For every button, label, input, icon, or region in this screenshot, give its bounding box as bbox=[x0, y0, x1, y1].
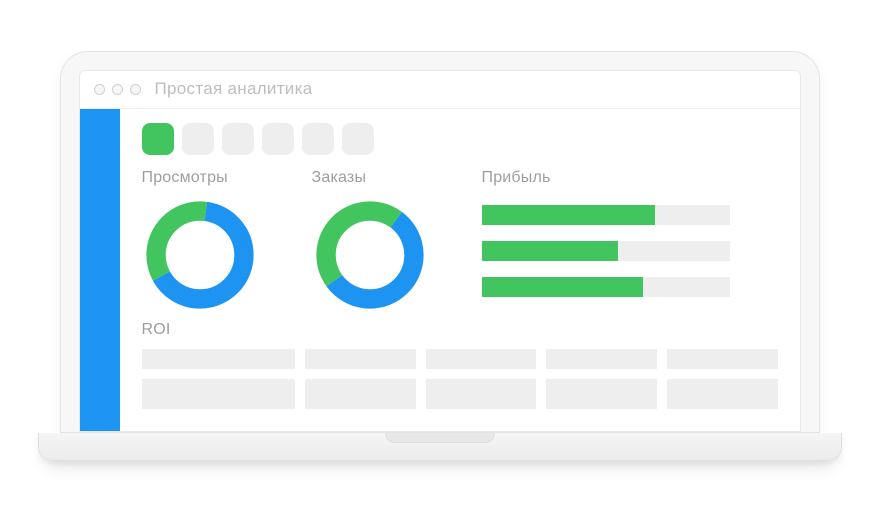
roi-cell bbox=[305, 379, 416, 409]
screen-frame: Простая аналитика Просмот bbox=[60, 51, 820, 433]
metric-orders: Заказы bbox=[312, 169, 482, 313]
minimize-icon[interactable] bbox=[112, 84, 123, 95]
tab-2[interactable] bbox=[182, 123, 214, 155]
tab-1[interactable] bbox=[142, 123, 174, 155]
tab-3[interactable] bbox=[222, 123, 254, 155]
sidebar[interactable] bbox=[80, 109, 120, 431]
laptop-mockup: Простая аналитика Просмот bbox=[60, 51, 820, 461]
metric-profit-label: Прибыль bbox=[482, 169, 778, 187]
window-title: Простая аналитика bbox=[155, 79, 313, 99]
metric-profit: Прибыль bbox=[482, 169, 778, 313]
metric-views: Просмотры bbox=[142, 169, 312, 313]
close-icon[interactable] bbox=[94, 84, 105, 95]
roi-cell bbox=[426, 379, 537, 409]
profit-bar-3-fill bbox=[482, 277, 643, 297]
app-body: Просмотры Заказы bbox=[80, 109, 800, 431]
metrics-row: Просмотры Заказы bbox=[142, 169, 778, 313]
roi-header-cell bbox=[426, 349, 537, 369]
roi-data-row bbox=[142, 379, 778, 409]
traffic-lights bbox=[94, 84, 141, 95]
roi-header-row bbox=[142, 349, 778, 369]
roi-cell bbox=[667, 379, 778, 409]
roi-header-cell bbox=[305, 349, 416, 369]
roi-cell bbox=[546, 379, 657, 409]
tab-5[interactable] bbox=[302, 123, 334, 155]
profit-bar-1-fill bbox=[482, 205, 656, 225]
profit-bar-1 bbox=[482, 205, 730, 225]
orders-donut-chart bbox=[312, 197, 428, 313]
roi-section: ROI bbox=[142, 321, 778, 409]
roi-header-cell bbox=[546, 349, 657, 369]
tab-6[interactable] bbox=[342, 123, 374, 155]
views-donut-chart bbox=[142, 197, 258, 313]
roi-header-cell bbox=[667, 349, 778, 369]
roi-label: ROI bbox=[142, 321, 778, 339]
profit-bar-2-fill bbox=[482, 241, 618, 261]
profit-bar-3 bbox=[482, 277, 730, 297]
app-window: Простая аналитика Просмот bbox=[79, 70, 801, 432]
roi-header-cell bbox=[142, 349, 296, 369]
profit-bar-2 bbox=[482, 241, 730, 261]
content-area: Просмотры Заказы bbox=[120, 109, 800, 431]
profit-bars bbox=[482, 197, 778, 297]
tab-4[interactable] bbox=[262, 123, 294, 155]
tabs-row bbox=[142, 123, 778, 155]
maximize-icon[interactable] bbox=[130, 84, 141, 95]
titlebar: Простая аналитика bbox=[80, 71, 800, 109]
laptop-base bbox=[38, 433, 842, 461]
roi-cell bbox=[142, 379, 296, 409]
metric-orders-label: Заказы bbox=[312, 169, 482, 187]
metric-views-label: Просмотры bbox=[142, 169, 312, 187]
